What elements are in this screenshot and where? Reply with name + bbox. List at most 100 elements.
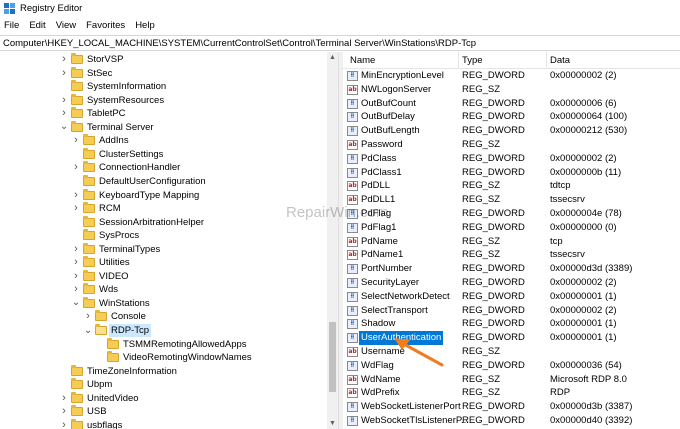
no-expander <box>72 148 80 161</box>
value-row[interactable]: ⠿ PdFlag REG_DWORD 0x0000004e (78) <box>342 207 680 221</box>
value-row[interactable]: ab PdDLL REG_SZ tdtcp <box>342 179 680 193</box>
no-expander <box>72 229 80 242</box>
chevron-right-icon[interactable]: › <box>72 161 80 174</box>
menu-file[interactable]: File <box>0 20 24 31</box>
tree-item[interactable]: ⌄ Terminal Server <box>60 120 154 134</box>
value-row[interactable]: ⠿ PdClass REG_DWORD 0x00000002 (2) <box>342 152 680 166</box>
menu-favorites[interactable]: Favorites <box>81 20 130 31</box>
chevron-right-icon[interactable]: › <box>60 419 68 429</box>
tree-item[interactable]: › Wds <box>72 283 118 296</box>
chevron-right-icon[interactable]: › <box>60 94 68 107</box>
tree-item[interactable]: › RCM <box>72 202 121 215</box>
value-data: 0x00000002 (2) <box>550 304 617 316</box>
tree-item[interactable]: › StorVSP <box>60 53 123 66</box>
tree-scrollbar[interactable]: ▲ ▼ <box>327 52 338 429</box>
value-row[interactable]: ⠿ SelectNetworkDetect REG_DWORD 0x00000001 … <box>342 290 680 304</box>
value-row[interactable]: ⠿ PortNumber REG_DWORD 0x00000d3d (3389) <box>342 262 680 276</box>
value-row[interactable]: ab Password REG_SZ <box>342 138 680 152</box>
value-row[interactable]: ⠿ MinEncryptionLevel REG_DWORD 0x00000002 (… <box>342 69 680 83</box>
chevron-right-icon[interactable]: › <box>84 310 92 323</box>
value-row[interactable]: ab NWLogonServer REG_SZ <box>342 83 680 97</box>
chevron-right-icon[interactable]: › <box>72 256 80 269</box>
value-type: REG_DWORD <box>462 415 525 426</box>
tree-item[interactable]: VideoRemotingWindowNames <box>96 351 252 364</box>
tree-item[interactable]: SysProcs <box>72 229 139 242</box>
value-row[interactable]: ab PdDLL1 REG_SZ tssecsrv <box>342 193 680 207</box>
value-row[interactable]: ⠿ PdClass1 REG_DWORD 0x0000000b (11) <box>342 166 680 180</box>
value-name: PdName1 <box>361 249 404 261</box>
tree-item[interactable]: › USB <box>60 405 107 418</box>
tree-item[interactable]: › KeyboardType Mapping <box>72 188 199 202</box>
tree-item[interactable]: ⌄ WinStations <box>72 296 150 310</box>
tree-item[interactable]: › ConnectionHandler <box>72 161 180 174</box>
tree-item[interactable]: DefaultUserConfiguration <box>72 174 206 188</box>
chevron-right-icon[interactable]: › <box>60 67 68 80</box>
tree-item[interactable]: › TerminalTypes <box>72 242 160 256</box>
menu-view[interactable]: View <box>51 20 81 31</box>
tree-item[interactable]: › AddIns <box>72 134 129 147</box>
chevron-down-icon[interactable]: ⌄ <box>84 324 92 337</box>
value-row[interactable]: ⠿ WebSocketTlsListenerP... REG_DWORD 0x0000… <box>342 414 680 428</box>
tree-item[interactable]: › Utilities <box>72 256 130 269</box>
value-row[interactable]: ⠿ OutBufLength REG_DWORD 0x00000212 (530) <box>342 124 680 138</box>
chevron-right-icon[interactable]: › <box>72 134 80 147</box>
tree-item-label: Wds <box>99 284 118 296</box>
tree-item[interactable]: ⌄ RDP-Tcp <box>84 324 152 337</box>
value-type: REG_DWORD <box>462 208 525 219</box>
chevron-right-icon[interactable]: › <box>72 202 80 215</box>
scroll-up-icon[interactable]: ▲ <box>327 52 338 63</box>
tree-item[interactable]: › usbflags <box>60 418 122 429</box>
value-row[interactable]: ⠿ PdFlag1 REG_DWORD 0x00000000 (0) <box>342 221 680 235</box>
chevron-down-icon[interactable]: ⌄ <box>72 297 80 310</box>
value-row[interactable]: ab WdPrefix REG_SZ RDP <box>342 386 680 400</box>
value-row[interactable]: ⠿ Shadow REG_DWORD 0x00000001 (1) <box>342 317 680 331</box>
tree-item[interactable]: › Console <box>84 310 146 323</box>
tree-item[interactable]: SessionArbitrationHelper <box>72 215 204 229</box>
no-expander <box>96 351 104 364</box>
tree-item[interactable]: SystemInformation <box>60 80 166 93</box>
tree-item[interactable]: › StSec <box>60 66 112 80</box>
tree-item[interactable]: TimeZoneInformation <box>60 364 177 378</box>
chevron-down-icon[interactable]: ⌄ <box>60 121 68 134</box>
column-data-header[interactable]: Data <box>550 55 570 66</box>
address-bar[interactable]: Computer\HKEY_LOCAL_MACHINE\SYSTEM\Curre… <box>0 35 680 51</box>
value-type: REG_SZ <box>462 346 501 357</box>
chevron-right-icon[interactable]: › <box>72 243 80 256</box>
tree-item-label: ClusterSettings <box>99 148 164 160</box>
binary-value-icon: ⠿ <box>347 71 358 81</box>
tree-item[interactable]: TSMMRemotingAllowedApps <box>96 337 247 351</box>
tree-item[interactable]: › SystemResources <box>60 93 164 107</box>
chevron-right-icon[interactable]: › <box>60 53 68 66</box>
value-row[interactable]: ⠿ OutBufDelay REG_DWORD 0x00000064 (100) <box>342 110 680 124</box>
tree-item[interactable]: › TabletPC <box>60 107 126 120</box>
value-row[interactable]: ⠿ OutBufCount REG_DWORD 0x00000006 (6) <box>342 97 680 111</box>
chevron-right-icon[interactable]: › <box>72 270 80 283</box>
value-row[interactable]: ab PdName1 REG_SZ tssecsrv <box>342 248 680 262</box>
string-value-icon: ab <box>347 374 358 385</box>
chevron-right-icon[interactable]: › <box>72 283 80 296</box>
tree-item[interactable]: ClusterSettings <box>72 147 164 161</box>
menu-edit[interactable]: Edit <box>24 20 50 31</box>
tree-item[interactable]: › VIDEO <box>72 269 129 283</box>
tree-item[interactable]: Ubpm <box>60 378 112 391</box>
value-row[interactable]: ⠿ SelectTransport REG_DWORD 0x00000002 (2) <box>342 304 680 318</box>
value-type: REG_DWORD <box>462 290 525 302</box>
tree-item[interactable]: › UnitedVideo <box>60 391 139 405</box>
chevron-right-icon[interactable]: › <box>60 392 68 405</box>
menu-bar: File Edit View Favorites Help <box>0 17 680 34</box>
scroll-down-icon[interactable]: ▼ <box>327 418 338 429</box>
value-row[interactable]: ⠿ SecurityLayer REG_DWORD 0x00000002 (2) <box>342 276 680 290</box>
column-name-header[interactable]: Name <box>350 55 375 66</box>
value-row[interactable]: ab PdName REG_SZ tcp <box>342 235 680 249</box>
column-type-header[interactable]: Type <box>462 55 483 66</box>
chevron-right-icon[interactable]: › <box>72 189 80 202</box>
scroll-thumb[interactable] <box>329 322 336 392</box>
folder-icon <box>83 202 95 214</box>
value-name: PdDLL <box>361 180 391 192</box>
value-name: PdName <box>361 235 398 247</box>
menu-help[interactable]: Help <box>130 20 160 31</box>
value-row[interactable]: ⠿ WebSocketListenerPort REG_DWORD 0x00000d3… <box>342 400 680 414</box>
value-data: 0x00000036 (54) <box>550 359 622 371</box>
chevron-right-icon[interactable]: › <box>60 405 68 418</box>
chevron-right-icon[interactable]: › <box>60 107 68 120</box>
